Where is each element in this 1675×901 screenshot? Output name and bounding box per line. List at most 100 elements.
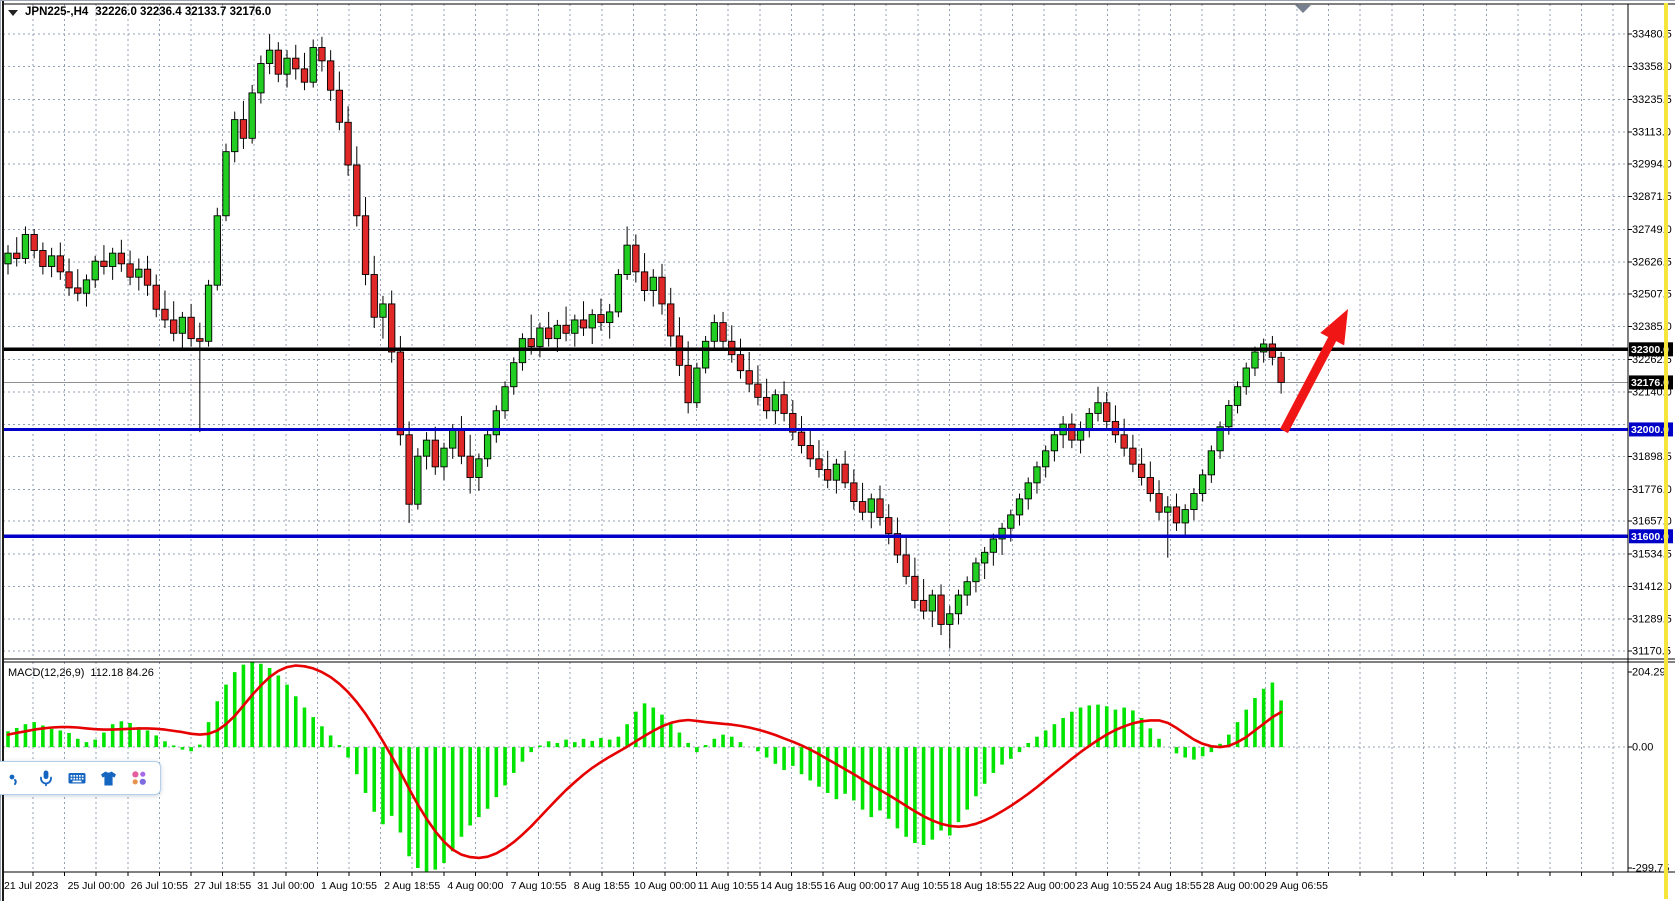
candle-body: [572, 320, 578, 333]
horizontal-lines[interactable]: [3, 349, 1628, 536]
candle-body: [1121, 435, 1127, 448]
candle-body: [903, 555, 909, 576]
candle-body: [467, 456, 473, 477]
trading-chart-window: 33480.533358.033235.533113.032994.032871…: [0, 0, 1675, 901]
candle-body: [528, 339, 534, 347]
candle-body: [920, 600, 926, 611]
candle-body: [415, 456, 421, 504]
time-axis-label: 16 Aug 00:00: [824, 880, 886, 892]
candle-body: [633, 245, 639, 272]
candle-body: [22, 234, 28, 258]
candle-body: [1182, 510, 1188, 523]
pen-icon[interactable]: [5, 768, 25, 788]
candle-body: [807, 445, 813, 458]
candle-body: [1051, 435, 1057, 451]
candle-body: [659, 277, 665, 304]
candle-body: [990, 539, 996, 552]
candle-body: [31, 234, 37, 250]
candle-body: [101, 261, 107, 266]
time-axis-label: 7 Aug 10:55: [511, 880, 567, 892]
candle-body: [1208, 451, 1214, 475]
candle-body: [772, 395, 778, 411]
candle-body: [615, 275, 621, 312]
microphone-icon[interactable]: [36, 768, 56, 788]
chart-canvas[interactable]: 33480.533358.033235.533113.032994.032871…: [0, 1, 1675, 901]
candle-body: [432, 440, 438, 467]
time-axis-label: 26 Jul 10:55: [131, 880, 188, 892]
time-axis-label: 25 Jul 00:00: [68, 880, 125, 892]
candle-body: [83, 280, 89, 293]
candle-body: [301, 69, 307, 82]
time-axis-label: 17 Aug 10:55: [887, 880, 949, 892]
candle-body: [397, 352, 403, 435]
candle-body: [668, 304, 674, 336]
candle-body: [450, 429, 456, 448]
macd-signal-line: [8, 666, 1281, 858]
symbol-period-label[interactable]: JPN225-,H4: [25, 6, 88, 18]
candle-body: [336, 90, 342, 122]
candle-body: [423, 440, 429, 456]
candle-body: [554, 325, 560, 338]
floating-toolbar[interactable]: [0, 761, 161, 795]
candle-body: [1016, 499, 1022, 515]
candle-body: [981, 552, 987, 563]
candle-body: [1042, 451, 1048, 467]
clothes-icon[interactable]: [98, 768, 118, 788]
candle-body: [1034, 467, 1040, 483]
candle-body: [781, 395, 787, 414]
time-axis-label: 10 Aug 00:00: [634, 880, 696, 892]
candle-body: [964, 582, 970, 595]
candle-body: [1147, 478, 1153, 494]
candle-body: [275, 50, 281, 74]
candle-body: [118, 253, 124, 264]
candle-body: [75, 288, 81, 293]
candle-body: [214, 216, 220, 285]
candle-body: [1234, 387, 1240, 406]
time-axis-label: 1 Aug 10:55: [321, 880, 377, 892]
candle-body: [1191, 494, 1197, 510]
candle-body: [127, 264, 133, 277]
candle-body: [240, 120, 246, 139]
candle-body: [929, 595, 935, 611]
candle-body: [851, 483, 857, 502]
candle-body: [1095, 403, 1101, 414]
candle-body: [1252, 352, 1258, 368]
candle-body: [798, 432, 804, 445]
macd-histogram: [8, 662, 1281, 872]
candle-body: [502, 387, 508, 411]
candle-body: [109, 253, 115, 266]
candle-body: [606, 312, 612, 323]
candle-body: [589, 315, 595, 328]
apps-grid-icon[interactable]: [129, 768, 149, 788]
macd-axis-label: 0.00: [1632, 742, 1653, 754]
candle-body: [711, 323, 717, 342]
macd-axis-label: 204.29: [1632, 667, 1666, 679]
candle-body: [746, 371, 752, 384]
keyboard-icon[interactable]: [67, 768, 87, 788]
candle-body: [685, 365, 691, 402]
candle-body: [545, 328, 551, 339]
time-axis-label: 22 Aug 00:00: [1013, 880, 1075, 892]
candle-body: [66, 272, 72, 288]
time-axis-label: 23 Aug 10:55: [1076, 880, 1138, 892]
candle-body: [441, 448, 447, 467]
candle-body: [293, 58, 299, 69]
candle-body: [580, 320, 586, 328]
trend-arrow-annotation[interactable]: [1284, 309, 1348, 431]
candle-body: [232, 120, 238, 152]
candle-body: [162, 309, 168, 320]
candle-body: [537, 328, 543, 347]
candle-body: [1173, 507, 1179, 523]
time-axis-label: 2 Aug 18:55: [384, 880, 440, 892]
symbol-dropdown-icon[interactable]: [8, 10, 18, 16]
candle-body: [380, 304, 386, 317]
time-axis-label: 18 Aug 18:55: [950, 880, 1012, 892]
candle-body: [484, 435, 490, 459]
candle-body: [1226, 405, 1232, 426]
candle-body: [1130, 448, 1136, 464]
chart-shift-marker-icon[interactable]: [1295, 5, 1311, 13]
time-axis-label: 28 Aug 00:00: [1203, 880, 1265, 892]
candle-body: [205, 285, 211, 341]
candle-body: [1077, 429, 1083, 440]
candle-body: [755, 384, 761, 397]
